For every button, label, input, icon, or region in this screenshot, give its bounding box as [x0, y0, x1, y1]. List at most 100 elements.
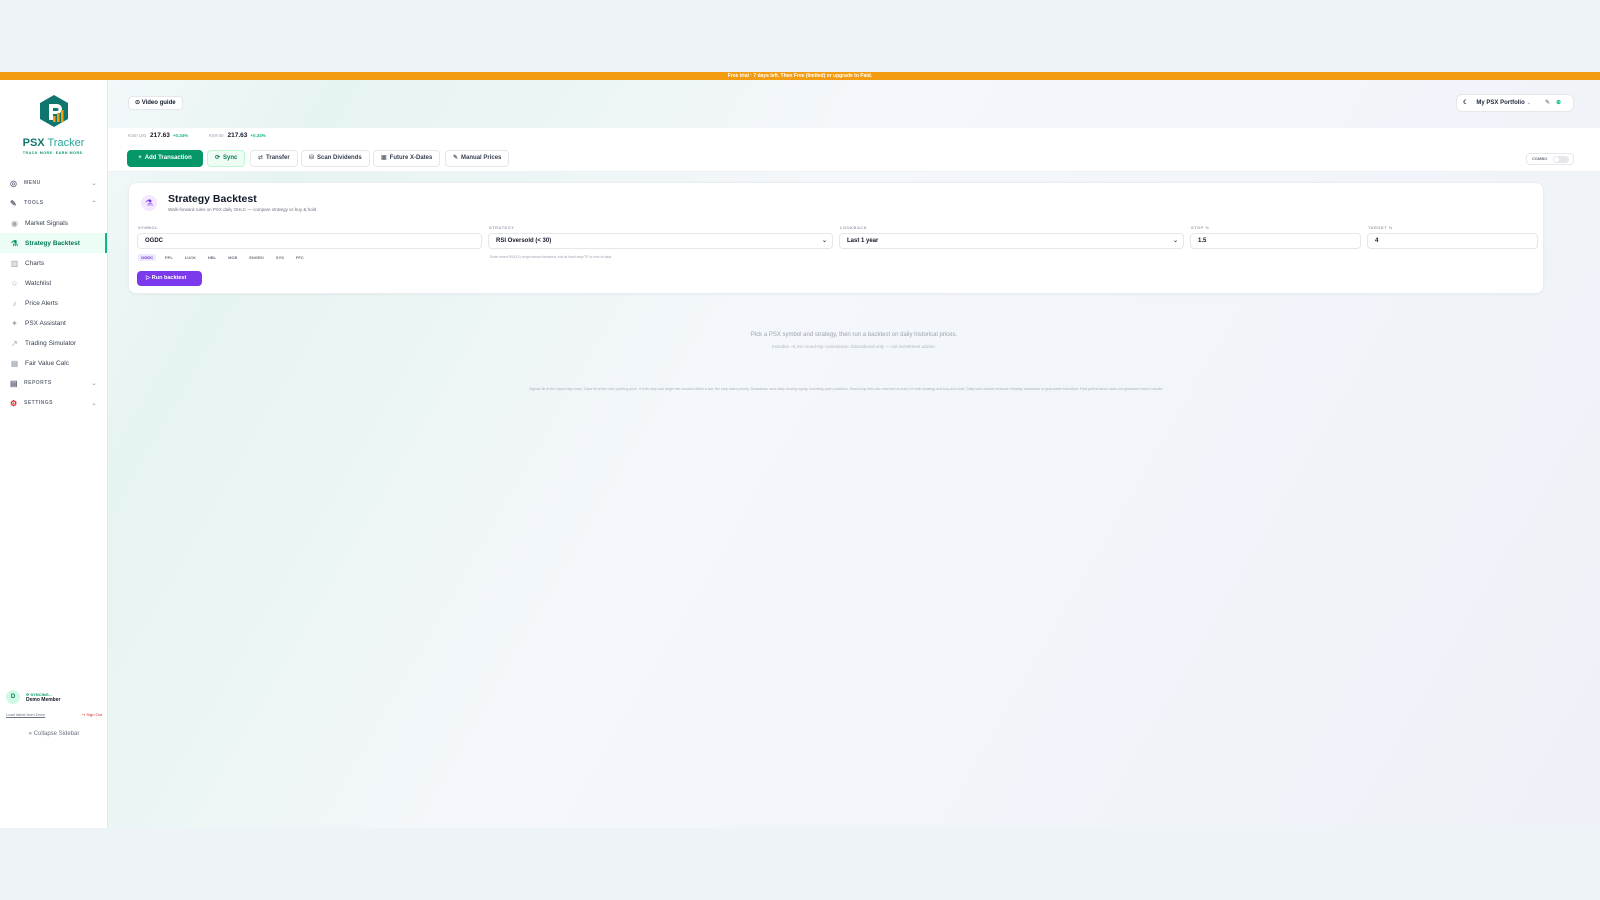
symbol-input[interactable]: OGDC — [137, 233, 482, 249]
sidebar-item-strategy-backtest[interactable]: ⚗ Strategy Backtest — [0, 233, 107, 253]
lookback-select[interactable]: Last 1 year ⌄ — [839, 233, 1184, 249]
toggle-switch[interactable] — [1553, 156, 1569, 163]
user-panel: D ⟳ SYNCING... Demo Member Load latest f… — [6, 690, 102, 737]
sidebar-item-charts[interactable]: ▥ Charts — [0, 253, 107, 273]
symbol-chip[interactable]: SYS — [273, 254, 287, 261]
symbol-chip[interactable]: MCB — [225, 254, 240, 261]
chevron-down-icon: ⌄ — [821, 238, 827, 244]
add-transaction-button[interactable]: + Add Transaction — [127, 150, 203, 167]
lookback-label: LOOKBACK — [840, 225, 868, 230]
calendar-icon: ▣ — [381, 155, 387, 161]
strategy-hint: Enter when RSI(14) drops below threshold… — [490, 255, 613, 259]
symbol-chip[interactable]: LUCK — [182, 254, 199, 261]
ticker-kse100: KSE-100 217.63 +0.34% — [128, 132, 189, 139]
target-label: TARGET % — [1368, 225, 1393, 230]
scan-dividends-button[interactable]: ⛁ Scan Dividends — [301, 150, 370, 167]
sidebar-item-psx-assistant[interactable]: ✦ PSX Assistant — [0, 313, 107, 333]
signal-icon: ◉ — [11, 218, 18, 228]
swap-icon: ⇄ — [258, 155, 264, 161]
combo-toggle[interactable]: COMBO — [1526, 153, 1574, 165]
empty-state-title: Pick a PSX symbol and strategy, then run… — [750, 332, 958, 338]
top-bar: ⊙ Video guide ☾ My PSX Portfolio ⌄ ✎ ⊕ — [108, 80, 1600, 128]
flask-icon: ⚗ — [141, 195, 157, 211]
app-window: Free trial · 7 days left. Then Free (lim… — [0, 72, 1600, 828]
sidebar-item-market-signals[interactable]: ◉ Market Signals — [0, 213, 107, 233]
sidebar-item-trading-simulator[interactable]: ↗ Trading Simulator — [0, 333, 107, 353]
brand-name: PSX Tracker — [22, 137, 85, 149]
sign-out-button[interactable]: ↪ Sign Out — [82, 712, 102, 717]
trend-icon: ↗ — [11, 338, 18, 348]
bell-icon: ♪ — [12, 298, 17, 308]
action-toolbar: + Add Transaction ⟳ Sync ⇄ Transfer ⛁ Scan D… — [108, 144, 1600, 172]
future-x-dates-button[interactable]: ▣ Future X-Dates — [373, 150, 441, 167]
logo[interactable]: PSX Tracker TRACK MORE. EARN MORE. — [0, 80, 107, 155]
methodology-disclaimer: Signals fill at the signal day close. Ga… — [528, 387, 1164, 391]
target-percent-input[interactable]: 4 — [1367, 233, 1538, 249]
double-chevron-left-icon: « — [28, 731, 32, 737]
strategy-select[interactable]: RSI Oversold (< 30) ⌄ — [488, 233, 833, 249]
gear-icon: ⚙ — [10, 398, 18, 408]
brand-tagline: TRACK MORE. EARN MORE. — [22, 151, 85, 155]
collapse-sidebar-button[interactable]: « Collapse Sidebar — [6, 731, 102, 737]
user-name: Demo Member — [26, 696, 61, 703]
strategy-backtest-card: ⚗ Strategy Backtest Walk-forward rules o… — [128, 182, 1544, 294]
index-ticker-bar: KSE-100 217.63 +0.34% KMI-30 217.63 +0.34% — [108, 128, 1600, 144]
trial-banner[interactable]: Free trial · 7 days left. Then Free (lim… — [0, 72, 1600, 80]
chevron-down-icon: ⌄ — [91, 180, 97, 187]
sidebar-section-tools[interactable]: ✎ TOOLS ⌃ — [0, 193, 107, 213]
flask-icon: ⚗ — [10, 238, 19, 248]
refresh-icon: ⟳ — [215, 155, 221, 161]
manual-prices-button[interactable]: ✎ Manual Prices — [445, 150, 510, 167]
sidebar-section-settings[interactable]: ⚙ SETTINGS ⌄ — [0, 393, 107, 413]
symbol-chip[interactable]: OGDC — [138, 254, 156, 261]
run-backtest-button[interactable]: ▷ Run backtest — [137, 271, 202, 286]
symbol-quick-picks: OGDC PPL LUCK HBL MCB ENGRO SYS FFC — [138, 254, 313, 261]
play-icon: ▷ — [146, 275, 151, 281]
sparkle-icon: ✦ — [11, 318, 18, 328]
report-icon: ▤ — [10, 378, 19, 388]
main-content: ⊙ Video guide ☾ My PSX Portfolio ⌄ ✎ ⊕ KSE-1… — [108, 80, 1600, 828]
chevron-down-icon: ⌄ — [91, 380, 97, 387]
video-guide-button[interactable]: ⊙ Video guide — [128, 96, 183, 110]
symbol-label: SYMBOL — [138, 225, 159, 230]
symbol-chip[interactable]: HBL — [205, 254, 219, 261]
moon-icon[interactable]: ☾ — [1463, 100, 1468, 106]
page-title: Strategy Backtest — [168, 193, 257, 205]
chart-icon: ▥ — [10, 258, 19, 268]
sidebar-item-price-alerts[interactable]: ♪ Price Alerts — [0, 293, 107, 313]
logo-icon — [39, 95, 68, 127]
wrench-icon: ✎ — [10, 198, 18, 208]
sync-button[interactable]: ⟳ Sync — [207, 150, 246, 167]
sidebar-section-menu[interactable]: ◎ MENU ⌄ — [0, 173, 107, 193]
avatar[interactable]: D — [6, 690, 20, 704]
chevron-up-icon: ⌃ — [91, 200, 97, 207]
sidebar-section-reports[interactable]: ▤ REPORTS ⌄ — [0, 373, 107, 393]
star-icon: ☆ — [10, 278, 19, 288]
load-from-drive-link[interactable]: Load latest from Drive — [6, 712, 45, 717]
compass-icon: ◎ — [10, 178, 18, 188]
symbol-chip[interactable]: ENGRO — [246, 254, 267, 261]
add-circle-icon[interactable]: ⊕ — [1556, 100, 1561, 106]
stop-percent-input[interactable]: 1.5 — [1190, 233, 1361, 249]
coins-icon: ⛁ — [309, 155, 315, 161]
empty-state-subtitle: Includes ~0.3% round-trip commission. Ed… — [772, 344, 936, 349]
chevron-down-icon: ⌄ — [1172, 238, 1178, 244]
stop-label: STOP % — [1191, 225, 1210, 230]
sidebar-nav: ◎ MENU ⌄ ✎ TOOLS ⌃ ◉ Market Signals ⚗ St… — [0, 173, 107, 413]
strategy-label: STRATEGY — [489, 225, 515, 230]
sidebar-item-fair-value-calc[interactable]: ▦ Fair Value Calc — [0, 353, 107, 373]
portfolio-selector[interactable]: ☾ My PSX Portfolio ⌄ ✎ ⊕ — [1456, 94, 1574, 112]
sign-out-icon: ↪ — [81, 712, 86, 717]
pencil-icon: ✎ — [453, 155, 459, 161]
edit-icon[interactable]: ✎ — [1545, 100, 1550, 106]
symbol-chip[interactable]: PPL — [162, 254, 176, 261]
sidebar-item-watchlist[interactable]: ☆ Watchlist — [0, 273, 107, 293]
sidebar: PSX Tracker TRACK MORE. EARN MORE. ◎ MEN… — [0, 80, 108, 828]
play-circle-icon: ⊙ — [135, 100, 141, 106]
symbol-chip[interactable]: FFC — [293, 254, 307, 261]
calculator-icon: ▦ — [10, 358, 19, 368]
ticker-kmi30: KMI-30 217.63 +0.34% — [209, 132, 266, 139]
chevron-down-icon: ⌄ — [91, 400, 97, 407]
plus-icon: + — [138, 155, 142, 161]
transfer-button[interactable]: ⇄ Transfer — [250, 150, 298, 167]
